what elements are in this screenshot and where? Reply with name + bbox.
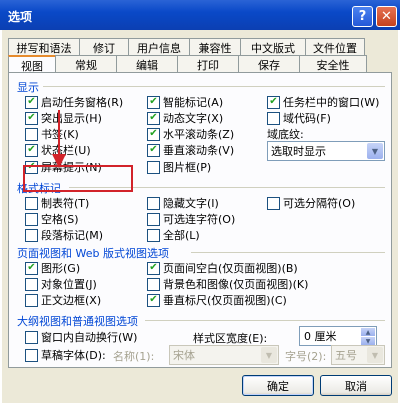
font-size-select[interactable]: 五号 ▼ bbox=[331, 345, 385, 365]
dialog-body: 拼写和语法 修订 用户信息 兼容性 中文版式 文件位置 视图 常规 编辑 打印 … bbox=[2, 30, 398, 403]
font-size-label: 字号(2): bbox=[285, 350, 327, 363]
checkbox-screentips[interactable]: ✔ 屏幕提示(N) bbox=[25, 159, 102, 175]
tab-revisions[interactable]: 修订 bbox=[79, 38, 129, 56]
checkbox-tabs[interactable]: 制表符(T) bbox=[25, 195, 89, 211]
tab-row-1: 拼写和语法 修订 用户信息 兼容性 中文版式 文件位置 bbox=[8, 38, 365, 56]
checkbox-hidden-text[interactable]: 隐藏文字(I) bbox=[147, 195, 219, 211]
tab-file-locations[interactable]: 文件位置 bbox=[305, 38, 365, 56]
checkbox-optional-hyphens[interactable]: 可选连字符(O) bbox=[147, 211, 235, 227]
group-title-format-marks: 格式标记 bbox=[17, 182, 61, 195]
checkbox-vscroll[interactable]: ✔ 垂直滚动条(V) bbox=[147, 142, 234, 158]
tab-save[interactable]: 保存 bbox=[238, 55, 300, 73]
checkbox-optional-breaks[interactable]: 可选分隔符(O) bbox=[267, 195, 355, 211]
check-icon: ✔ bbox=[25, 95, 38, 109]
checkbox-taskbar-windows[interactable]: ✔ 任务栏中的窗口(W) bbox=[267, 94, 379, 110]
view-panel: 显示 ✔ 启动任务窗格(R) ✔ 突出显示(H) 书签(K) ✔ 状态栏(U) ✔ 屏幕… bbox=[8, 72, 392, 368]
divider bbox=[69, 187, 385, 188]
checkbox-draft-font[interactable]: 草稿字体(D): bbox=[25, 347, 106, 363]
check-icon: ✔ bbox=[147, 95, 160, 109]
checkbox-startup-pane[interactable]: ✔ 启动任务窗格(R) bbox=[25, 94, 123, 110]
field-shading-select[interactable]: 选取时显示 ▼ bbox=[267, 141, 385, 161]
checkbox-highlight[interactable]: ✔ 突出显示(H) bbox=[25, 110, 102, 126]
window-title: 选项 bbox=[8, 10, 33, 24]
checkbox-hscroll[interactable]: ✔ 水平滚动条(Z) bbox=[147, 126, 234, 142]
check-icon: ✔ bbox=[25, 111, 38, 125]
check-icon: ✔ bbox=[25, 160, 38, 174]
checkbox-spaces[interactable]: 空格(S) bbox=[25, 211, 79, 227]
spin-up-icon[interactable]: ▲ bbox=[361, 328, 375, 336]
tab-general[interactable]: 常规 bbox=[55, 55, 117, 73]
checkbox-text-boundaries[interactable]: 正文边框(X) bbox=[25, 292, 101, 308]
tab-spelling[interactable]: 拼写和语法 bbox=[8, 38, 80, 56]
close-icon[interactable]: ✕ bbox=[376, 6, 397, 27]
spin-down-icon[interactable]: ▼ bbox=[361, 337, 375, 345]
style-width-label: 样式区宽度(E): bbox=[193, 332, 268, 345]
chevron-down-icon: ▼ bbox=[367, 143, 383, 159]
checkbox-wrap-window[interactable]: 窗口内自动换行(W) bbox=[25, 329, 137, 345]
checkbox-all[interactable]: 全部(L) bbox=[147, 227, 200, 243]
field-shading-label: 域底纹: bbox=[267, 128, 304, 141]
style-width-input[interactable]: 0 厘米 ▲ ▼ bbox=[299, 326, 377, 346]
chevron-down-icon: ▼ bbox=[261, 347, 277, 363]
font-name-select[interactable]: 宋体 ▼ bbox=[169, 345, 279, 365]
chevron-down-icon: ▼ bbox=[367, 347, 383, 363]
check-icon: ✔ bbox=[147, 143, 160, 157]
check-icon: ✔ bbox=[147, 261, 160, 275]
checkbox-vertical-ruler[interactable]: ✔ 垂直标尺(仅页面视图)(C) bbox=[147, 292, 287, 308]
divider bbox=[145, 320, 385, 321]
tab-user-info[interactable]: 用户信息 bbox=[128, 38, 190, 56]
checkbox-white-space[interactable]: ✔ 页面间空白(仅页面视图)(B) bbox=[147, 260, 298, 276]
checkbox-status-bar[interactable]: ✔ 状态栏(U) bbox=[25, 142, 91, 158]
checkbox-field-codes[interactable]: 域代码(F) bbox=[267, 110, 331, 126]
tab-row-2: 视图 常规 编辑 打印 保存 安全性 bbox=[8, 55, 367, 74]
checkbox-paragraph-marks[interactable]: 段落标记(M) bbox=[25, 227, 103, 243]
tab-chinese-layout[interactable]: 中文版式 bbox=[240, 38, 306, 56]
question-icon[interactable]: ? bbox=[352, 6, 373, 27]
divider bbox=[43, 86, 385, 87]
font-name-label: 名称(1): bbox=[113, 350, 155, 363]
check-icon: ✔ bbox=[25, 261, 38, 275]
tab-edit[interactable]: 编辑 bbox=[116, 55, 178, 73]
checkbox-smart-tags[interactable]: ✔ 智能标记(A) bbox=[147, 94, 223, 110]
group-title-outline: 大纲视图和普通视图选项 bbox=[17, 315, 138, 328]
check-icon: ✔ bbox=[267, 95, 280, 109]
checkbox-background[interactable]: 背景色和图像(仅页面视图)(K) bbox=[147, 276, 308, 292]
group-title-show: 显示 bbox=[17, 81, 39, 94]
checkbox-picture-frame[interactable]: 图片框(P) bbox=[147, 159, 211, 175]
checkbox-drawings[interactable]: ✔ 图形(G) bbox=[25, 260, 80, 276]
tab-security[interactable]: 安全性 bbox=[299, 55, 367, 73]
check-icon: ✔ bbox=[147, 127, 160, 141]
checkbox-object-anchors[interactable]: 对象位置(J) bbox=[25, 276, 97, 292]
tab-print[interactable]: 打印 bbox=[177, 55, 239, 73]
check-icon: ✔ bbox=[25, 143, 38, 157]
check-icon: ✔ bbox=[147, 111, 160, 125]
group-title-page-web: 页面视图和 Web 版式视图选项 bbox=[17, 247, 169, 260]
cancel-button[interactable]: 取消 bbox=[320, 375, 392, 396]
tab-compat[interactable]: 兼容性 bbox=[189, 38, 241, 56]
ok-button[interactable]: 确定 bbox=[242, 375, 314, 396]
checkbox-bookmarks[interactable]: 书签(K) bbox=[25, 126, 79, 142]
check-icon: ✔ bbox=[147, 293, 160, 307]
title-bar: 选项 ? ✕ bbox=[0, 0, 400, 30]
divider bbox=[191, 252, 385, 253]
checkbox-animated-text[interactable]: ✔ 动态文字(X) bbox=[147, 110, 223, 126]
